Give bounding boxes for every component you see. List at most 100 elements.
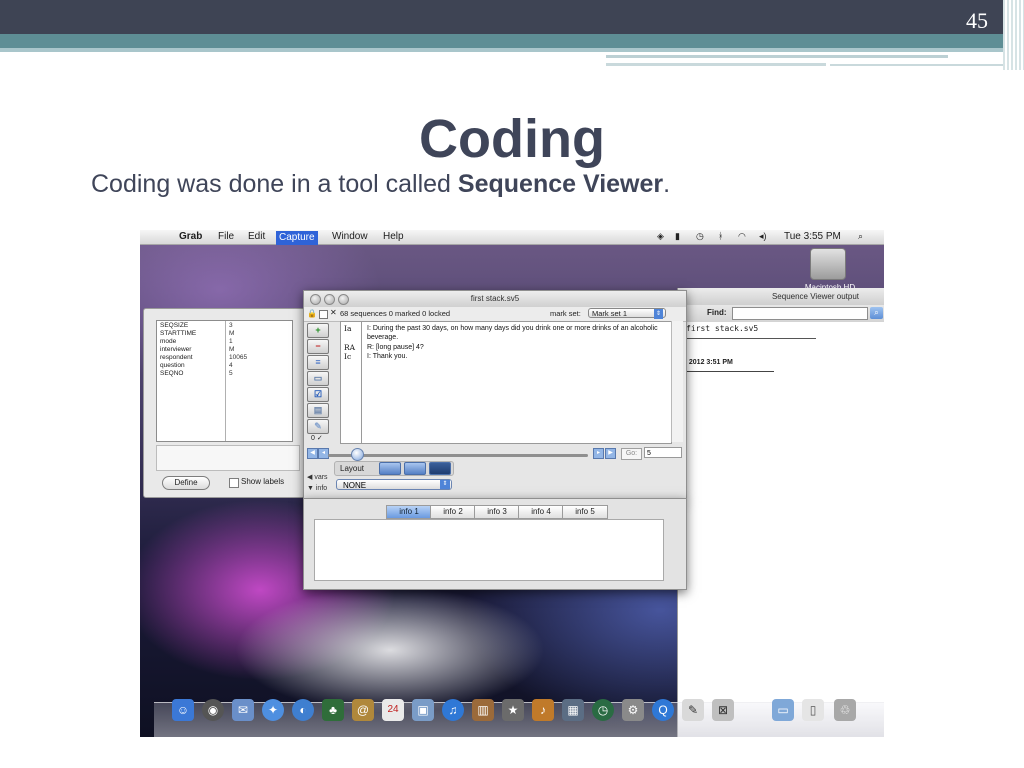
first-record-icon[interactable]: ◀ xyxy=(307,448,318,459)
dashboard-icon[interactable]: ◉ xyxy=(202,699,224,721)
column-divider xyxy=(225,321,226,441)
info-toggle[interactable]: ▼ info xyxy=(307,485,327,492)
itunes-icon[interactable]: ♫ xyxy=(442,699,464,721)
code-gutter-divider xyxy=(361,322,362,443)
mark-set-select[interactable]: Mark set 1 ⇕ xyxy=(588,308,666,319)
variable-detail-box[interactable] xyxy=(156,445,300,471)
list-button[interactable]: ≡ xyxy=(307,355,329,370)
mac-menubar: Grab File Edit Capture Window Help ◈ ▮ ◷… xyxy=(140,230,884,245)
mark-checkbox[interactable] xyxy=(319,310,328,319)
find-input[interactable] xyxy=(732,307,868,320)
blank-tool-button[interactable]: ▭ xyxy=(307,371,329,386)
sequence-text: R: [long pause] 4? xyxy=(367,344,424,351)
layout-label: Layout xyxy=(340,464,365,473)
previous-record-icon[interactable]: ◂ xyxy=(318,448,329,459)
sync-icon[interactable]: ◈ xyxy=(657,231,664,242)
vertical-scrollbar[interactable] xyxy=(671,321,683,442)
tab-info-2[interactable]: info 2 xyxy=(430,505,476,519)
imovie-icon[interactable]: ★ xyxy=(502,699,524,721)
add-button[interactable]: + xyxy=(307,323,329,338)
next-record-icon[interactable]: ▸ xyxy=(593,448,604,459)
ichat-icon[interactable]: ◐ xyxy=(292,699,314,721)
info-text-area[interactable] xyxy=(314,519,664,581)
close-icon[interactable]: ✕ xyxy=(330,308,337,317)
close-window-button[interactable] xyxy=(310,294,321,305)
preview-icon[interactable]: ▣ xyxy=(412,699,434,721)
applications-folder-icon[interactable]: ▭ xyxy=(772,699,794,721)
minimize-window-button[interactable] xyxy=(324,294,335,305)
variable-value: 10065 xyxy=(229,354,248,361)
go-button[interactable]: Go: xyxy=(621,448,642,460)
grab-icon[interactable]: ⊠ xyxy=(712,699,734,721)
time-machine-icon[interactable]: ◷ xyxy=(592,699,614,721)
define-button[interactable]: Define xyxy=(162,476,210,490)
menu-file[interactable]: File xyxy=(218,231,234,242)
page-tool-button[interactable]: ▤ xyxy=(307,403,329,418)
address-book-icon[interactable]: @ xyxy=(352,699,374,721)
edit-tool-button[interactable]: ✎ xyxy=(307,419,329,434)
menu-edit[interactable]: Edit xyxy=(248,231,265,242)
layout-columns-button[interactable] xyxy=(379,462,401,475)
remove-button[interactable]: − xyxy=(307,339,329,354)
menu-help[interactable]: Help xyxy=(383,231,404,242)
spaces-icon[interactable]: ▦ xyxy=(562,699,584,721)
info-variable-select[interactable]: NONE ⇕ xyxy=(336,479,452,490)
lock-icon[interactable]: 🔒 xyxy=(307,309,317,318)
vars-toggle[interactable]: ◀ vars xyxy=(307,473,328,481)
finder-icon[interactable]: ☺ xyxy=(172,699,194,721)
output-window: Sequence Viewer output Find: ⌕ first sta… xyxy=(677,288,884,737)
header-accent-line xyxy=(606,63,826,66)
check-tool-button[interactable]: ☑ xyxy=(307,387,329,402)
divider xyxy=(686,338,816,339)
volume-icon[interactable]: ◂) xyxy=(759,231,767,242)
tab-info-1[interactable]: info 1 xyxy=(386,505,432,519)
time-machine-icon[interactable]: ◷ xyxy=(696,231,704,242)
tab-info-5[interactable]: info 5 xyxy=(562,505,608,519)
sequence-code: Ia xyxy=(344,324,352,333)
variables-list[interactable]: SEQSIZE 3 STARTTIME M mode 1 interviewer… xyxy=(156,320,293,442)
last-record-icon[interactable]: ▶ xyxy=(605,448,616,459)
layout-grid-button[interactable] xyxy=(429,462,451,475)
spotlight-icon[interactable]: ⌕ xyxy=(858,231,863,242)
menu-capture[interactable]: Capture xyxy=(276,231,318,245)
battery-icon[interactable]: ▮ xyxy=(675,231,680,242)
sequence-pane[interactable]: Ia I: During the past 30 days, on how ma… xyxy=(340,321,672,444)
tab-info-4[interactable]: info 4 xyxy=(518,505,564,519)
menu-app-grab[interactable]: Grab xyxy=(179,231,202,242)
go-input[interactable]: 5 xyxy=(644,447,682,458)
garageband-icon[interactable]: ♪ xyxy=(532,699,554,721)
iphoto-icon[interactable]: ▥ xyxy=(472,699,494,721)
menubar-clock[interactable]: Tue 3:55 PM xyxy=(784,231,841,242)
zoom-window-button[interactable] xyxy=(338,294,349,305)
mail-icon[interactable]: ✉ xyxy=(232,699,254,721)
output-filename: first stack.sv5 xyxy=(686,324,759,333)
safari-icon[interactable]: ✦ xyxy=(262,699,284,721)
show-labels-checkbox[interactable] xyxy=(229,478,239,488)
sequence-slider-track[interactable] xyxy=(328,454,588,457)
trash-icon[interactable]: ♲ xyxy=(834,699,856,721)
header-band xyxy=(0,0,1024,34)
mark-set-value: Mark set 1 xyxy=(592,309,628,318)
sequence-window-title: first stack.sv5 xyxy=(470,294,520,303)
tab-info-3[interactable]: info 3 xyxy=(474,505,520,519)
quicktime-icon[interactable]: Q xyxy=(652,699,674,721)
find-bar: Find: ⌕ xyxy=(678,305,884,322)
menu-window[interactable]: Window xyxy=(332,231,368,242)
mark-set-label: mark set: xyxy=(550,309,581,318)
sequence-slider-knob[interactable] xyxy=(351,448,364,461)
sequence-window: first stack.sv5 🔒 ✕ 68 sequences 0 marke… xyxy=(303,290,687,500)
output-window-title[interactable]: Sequence Viewer output xyxy=(678,288,884,305)
photo-icon[interactable]: ♣ xyxy=(322,699,344,721)
system-preferences-icon[interactable]: ⚙ xyxy=(622,699,644,721)
show-labels-label: Show labels xyxy=(241,477,285,486)
bluetooth-icon[interactable]: ᚼ xyxy=(718,231,723,241)
hard-drive-icon[interactable] xyxy=(810,248,846,280)
layout-rows-button[interactable] xyxy=(404,462,426,475)
textedit-icon[interactable]: ✎ xyxy=(682,699,704,721)
wifi-icon[interactable]: ◠ xyxy=(738,231,746,242)
output-timestamp: , 2012 3:51 PM xyxy=(685,359,733,366)
sequence-window-titlebar[interactable]: first stack.sv5 xyxy=(304,291,686,307)
calendar-icon[interactable]: 24 xyxy=(382,699,404,721)
document-icon[interactable]: ▯ xyxy=(802,699,824,721)
search-icon[interactable]: ⌕ xyxy=(870,307,883,319)
